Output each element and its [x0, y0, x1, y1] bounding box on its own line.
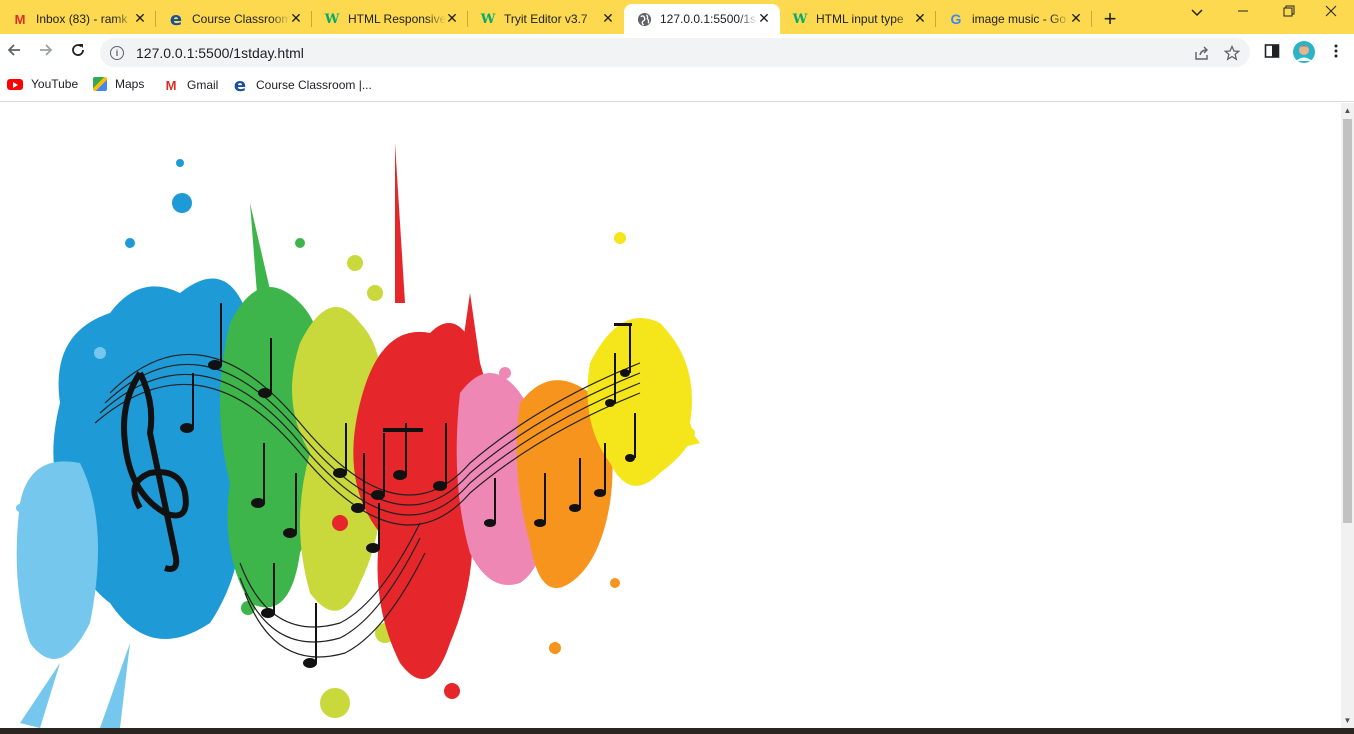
side-panel-button[interactable] — [1264, 43, 1280, 64]
tab-title: image music - Go — [972, 12, 1067, 26]
bookmark-course-classroom[interactable]: e Course Classroom |... — [232, 74, 372, 96]
edureka-icon: e — [169, 8, 183, 30]
close-icon — [1325, 5, 1337, 17]
youtube-icon — [7, 78, 23, 90]
tab-search-button[interactable] — [1174, 4, 1220, 20]
close-icon[interactable]: ✕ — [756, 10, 772, 27]
tab-title: HTML input type — [816, 12, 904, 26]
menu-button[interactable] — [1328, 43, 1344, 64]
minimize-button[interactable] — [1220, 4, 1266, 20]
maps-icon — [93, 77, 107, 91]
bookmark-star-icon[interactable] — [1223, 44, 1241, 65]
tab-title: 127.0.0.1:5500/1s — [660, 12, 757, 26]
bookmark-gmail[interactable]: M Gmail — [163, 77, 219, 93]
globe-icon — [636, 11, 652, 27]
page-viewport — [0, 103, 1341, 728]
close-icon[interactable]: ✕ — [132, 10, 148, 27]
tab-localhost-active[interactable]: 127.0.0.1:5500/1s ✕ — [624, 4, 780, 34]
scroll-up-arrow-icon[interactable]: ▲ — [1341, 106, 1354, 115]
close-icon[interactable]: ✕ — [288, 10, 304, 27]
w3schools-icon: W — [480, 11, 496, 27]
info-icon[interactable]: i — [110, 45, 124, 60]
w3schools-icon: W — [324, 11, 340, 27]
tab-title: Tryit Editor v3.7 — [504, 12, 588, 26]
restore-button[interactable] — [1266, 4, 1312, 20]
gmail-icon: M — [165, 77, 177, 93]
w3schools-icon: W — [792, 11, 808, 27]
tab-html-input-type[interactable]: W HTML input type ✕ — [780, 4, 936, 34]
bookmark-label: Course Classroom |... — [256, 78, 372, 92]
close-window-button[interactable] — [1308, 4, 1354, 20]
profile-avatar[interactable] — [1293, 41, 1315, 68]
bookmark-label: Maps — [115, 77, 145, 91]
close-icon[interactable]: ✕ — [1068, 10, 1084, 27]
tab-tryit-editor[interactable]: W Tryit Editor v3.7 ✕ — [468, 4, 624, 34]
bookmark-maps[interactable]: Maps — [93, 77, 144, 91]
taskbar-strip — [0, 728, 1354, 734]
vertical-scrollbar[interactable]: ▲ ▼ — [1341, 103, 1354, 728]
address-bar[interactable]: i 127.0.0.1:5500/1stday.html — [100, 38, 1250, 67]
bookmark-label: YouTube — [31, 77, 79, 91]
google-icon: G — [950, 11, 962, 27]
reload-icon — [72, 44, 84, 56]
more-vertical-icon — [1334, 44, 1338, 58]
gmail-icon: M — [14, 11, 26, 27]
close-icon[interactable]: ✕ — [600, 10, 616, 27]
close-icon[interactable]: ✕ — [912, 10, 928, 27]
browser-toolbar: i 127.0.0.1:5500/1stday.html — [0, 34, 1354, 71]
tab-divider — [1091, 11, 1092, 27]
tab-course-classroom[interactable]: e Course Classroom ✕ — [156, 4, 312, 34]
chevron-down-icon — [1191, 9, 1203, 17]
scroll-down-arrow-icon[interactable]: ▼ — [1341, 716, 1354, 725]
tab-title: Course Classroom — [192, 12, 290, 26]
close-icon[interactable]: ✕ — [444, 10, 460, 27]
side-panel-icon — [1264, 44, 1280, 58]
bookmark-youtube[interactable]: YouTube — [7, 77, 78, 91]
avatar-icon — [1293, 41, 1315, 63]
forward-button[interactable] — [34, 42, 58, 63]
scrollbar-thumb[interactable] — [1343, 119, 1352, 523]
back-button[interactable] — [2, 42, 26, 63]
arrow-left-icon — [7, 44, 20, 56]
tab-html-responsive[interactable]: W HTML Responsive ✕ — [312, 4, 468, 34]
music-splash-image — [16, 143, 700, 728]
new-tab-button[interactable]: + — [1100, 6, 1120, 32]
bookmark-label: Gmail — [187, 78, 219, 92]
tab-image-music[interactable]: G image music - Go ✕ — [936, 4, 1092, 34]
share-icon[interactable] — [1194, 45, 1210, 65]
tab-title: Inbox (83) - ramk — [36, 12, 128, 26]
reload-button[interactable] — [66, 42, 90, 63]
edureka-icon: e — [233, 74, 247, 96]
tab-strip: M Inbox (83) - ramk ✕ e Course Classroom… — [0, 0, 1354, 34]
minimize-icon — [1238, 10, 1248, 12]
tab-title: HTML Responsive — [348, 12, 446, 26]
arrow-right-icon — [40, 44, 53, 56]
tab-gmail[interactable]: M Inbox (83) - ramk ✕ — [0, 4, 156, 34]
restore-icon — [1283, 5, 1295, 17]
bookmarks-bar: YouTube Maps M Gmail e Course Classroom … — [0, 71, 1354, 102]
blue-paint-splash — [16, 159, 259, 728]
address-url[interactable]: 127.0.0.1:5500/1stday.html — [136, 45, 304, 61]
